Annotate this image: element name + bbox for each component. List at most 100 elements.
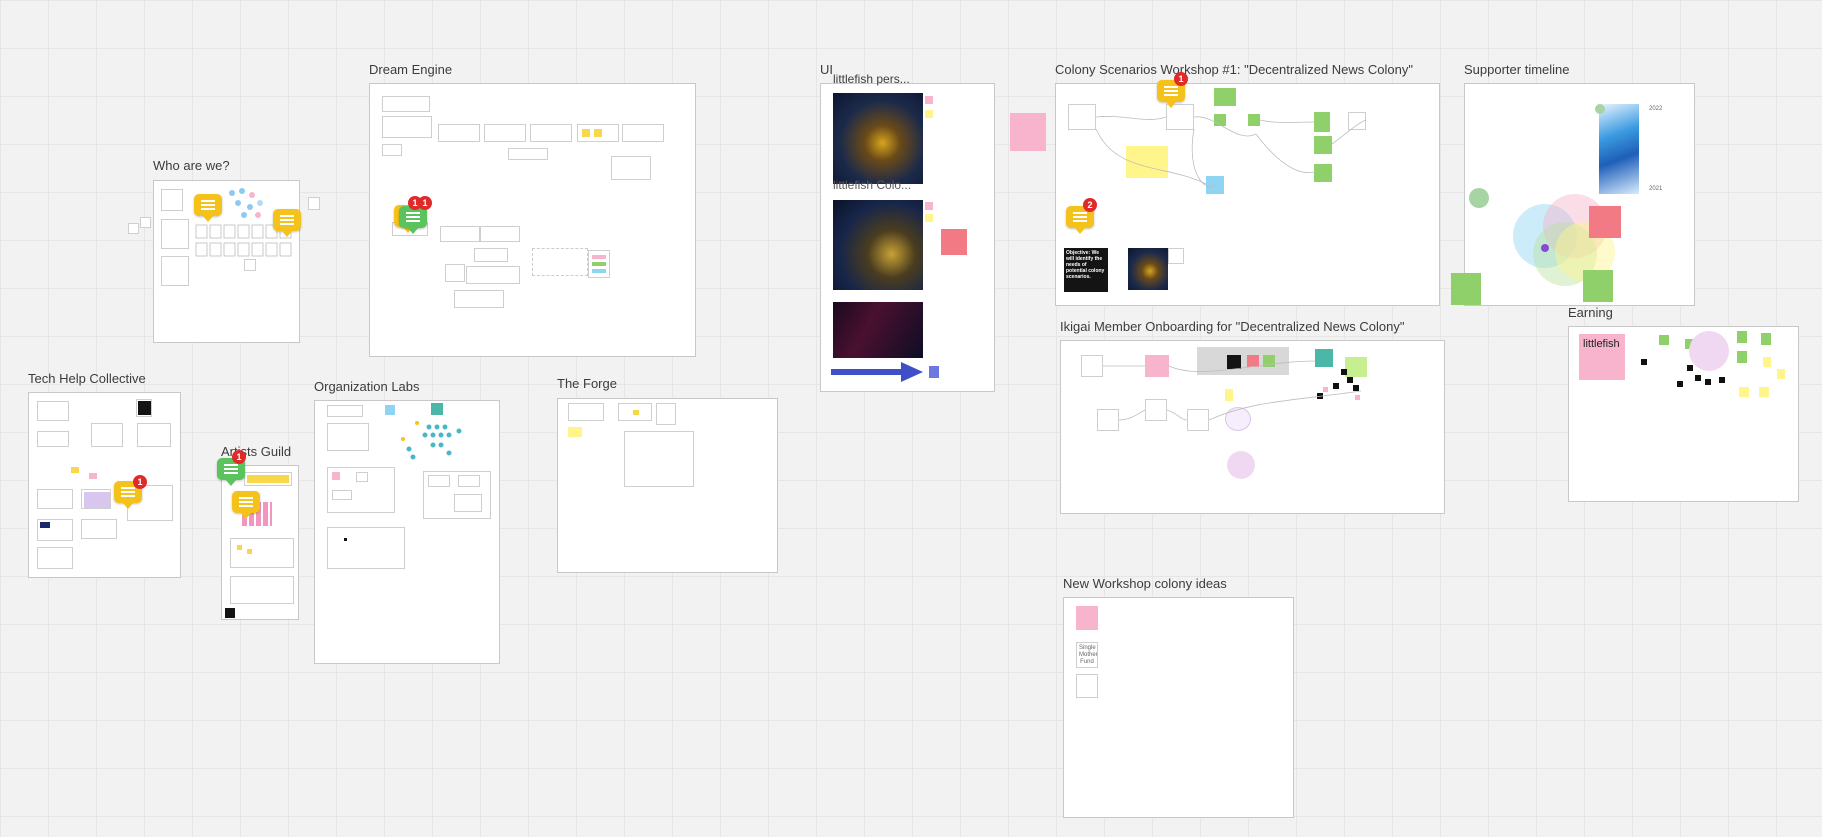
card-single-mothers-fund: Single Mothers Fund xyxy=(1076,642,1098,668)
label-littlefish-colo[interactable]: littlefish Colo... xyxy=(833,178,911,192)
mini-card xyxy=(1145,399,1167,421)
frame-title-organization-labs[interactable]: Organization Labs xyxy=(314,379,420,394)
sticky-note xyxy=(1345,357,1367,377)
frame-title-dream-engine[interactable]: Dream Engine xyxy=(369,62,452,77)
sticky-note xyxy=(1010,113,1046,151)
frame-the-forge[interactable] xyxy=(557,398,778,573)
frame-title-colony-workshop[interactable]: Colony Scenarios Workshop #1: "Decentral… xyxy=(1055,62,1413,77)
mini-card xyxy=(568,403,604,421)
notification-badge: 1 xyxy=(418,196,432,210)
notification-badge: 1 xyxy=(133,475,147,489)
notification-badge: 1 xyxy=(232,450,246,464)
objective-card: Objective: We will identify the needs of… xyxy=(1064,248,1108,292)
mini-card xyxy=(508,148,548,160)
sticky-note xyxy=(568,427,582,437)
mini-card xyxy=(480,226,520,242)
sticky-note xyxy=(1315,349,1333,367)
frame-title-the-forge[interactable]: The Forge xyxy=(557,376,617,391)
image-row xyxy=(1197,347,1289,375)
loose-card xyxy=(140,217,151,228)
mini-card xyxy=(622,124,664,142)
mini-card xyxy=(327,527,405,569)
mini-card xyxy=(618,403,652,421)
frame-artists-guild[interactable] xyxy=(221,465,299,620)
sticky-note xyxy=(1451,273,1481,305)
mini-card xyxy=(1081,355,1103,377)
frame-colony-workshop[interactable]: Objective: We will identify the needs of… xyxy=(1055,83,1440,306)
mini-card xyxy=(1348,112,1366,130)
sticky-note xyxy=(1214,88,1236,106)
sticky-note xyxy=(1759,387,1769,397)
notification-badge: 1 xyxy=(1174,72,1188,86)
color-dot-cluster xyxy=(224,185,268,221)
mini-card xyxy=(37,489,73,509)
frame-title-supporter-timeline[interactable]: Supporter timeline xyxy=(1464,62,1570,77)
mini-card xyxy=(81,519,117,539)
frame-organization-labs[interactable] xyxy=(314,400,500,664)
year-label-2021: 2021 xyxy=(1649,186,1663,192)
circle-diagram xyxy=(1689,331,1729,371)
mini-card xyxy=(1168,248,1184,264)
mini-card xyxy=(327,405,363,417)
circle-diagram xyxy=(1225,407,1251,431)
frame-title-new-workshop-ideas[interactable]: New Workshop colony ideas xyxy=(1063,576,1227,591)
sticky-note xyxy=(925,202,933,210)
sticky-note xyxy=(1659,335,1669,345)
mini-card xyxy=(37,431,69,447)
mini-card xyxy=(37,547,73,569)
dark-image-2 xyxy=(833,200,923,290)
comment-icon[interactable] xyxy=(194,194,222,222)
frame-title-earning[interactable]: Earning xyxy=(1568,305,1613,320)
frame-title-ikigai-onboarding[interactable]: Ikigai Member Onboarding for "Decentrali… xyxy=(1060,319,1405,334)
frame-tech-help-collective[interactable] xyxy=(28,392,181,578)
sticky-note xyxy=(1761,333,1771,345)
sticky-note xyxy=(1076,606,1098,630)
sticky-note xyxy=(925,110,933,118)
frame-new-workshop-ideas[interactable]: Single Mothers Fund xyxy=(1063,597,1294,818)
mini-card xyxy=(466,266,520,284)
mini-card xyxy=(1097,409,1119,431)
circle-diagram xyxy=(1227,451,1255,479)
sticky-littlefish-text: littlefish xyxy=(1583,338,1620,350)
mini-card xyxy=(230,538,294,568)
frame-supporter-timeline[interactable]: 2022 2021 xyxy=(1464,83,1695,306)
frame-title-who-are-we[interactable]: Who are we? xyxy=(153,158,230,173)
photo-thumbnail xyxy=(1128,248,1168,290)
dot-cluster-graphic xyxy=(401,421,462,460)
sticky-note xyxy=(1737,351,1747,363)
sticky-note xyxy=(1777,369,1785,379)
mini-card xyxy=(624,431,694,487)
loose-card xyxy=(128,223,139,234)
sticky-note xyxy=(925,96,933,104)
frame-ikigai-onboarding[interactable] xyxy=(1060,340,1445,514)
mini-card xyxy=(530,124,572,142)
frame-who-are-we[interactable] xyxy=(153,180,300,343)
mini-card xyxy=(454,290,504,308)
sticky-note xyxy=(1763,357,1771,367)
dot-cluster xyxy=(399,419,483,461)
mini-card xyxy=(37,401,69,421)
sticky-note xyxy=(1214,114,1226,126)
frame-ui[interactable]: littlefish pers... littlefish Colo... xyxy=(820,72,995,392)
mini-card xyxy=(382,116,432,138)
comment-icon[interactable] xyxy=(232,491,260,519)
mini-card xyxy=(327,423,369,451)
venn-diagram xyxy=(1513,194,1615,286)
frame-earning[interactable]: littlefish xyxy=(1568,326,1799,502)
sticky-littlefish: littlefish xyxy=(1579,334,1625,380)
dark-image-1 xyxy=(833,93,923,184)
notification-badge: 2 xyxy=(1083,198,1097,212)
comment-icon[interactable] xyxy=(273,209,301,237)
frame-title-ui[interactable]: UI xyxy=(820,62,833,77)
dark-image-3 xyxy=(833,302,923,358)
avatar-icon xyxy=(1469,188,1489,208)
mini-card xyxy=(136,399,152,417)
mini-card xyxy=(1068,104,1096,130)
avatar-icon xyxy=(1595,104,1605,114)
mini-card xyxy=(161,219,189,249)
mini-card xyxy=(382,144,402,156)
label-littlefish-pers[interactable]: littlefish pers... xyxy=(833,72,910,86)
sticky-note xyxy=(1737,331,1747,343)
frame-title-tech-help-collective[interactable]: Tech Help Collective xyxy=(28,371,146,386)
sticky-note xyxy=(1583,270,1613,302)
